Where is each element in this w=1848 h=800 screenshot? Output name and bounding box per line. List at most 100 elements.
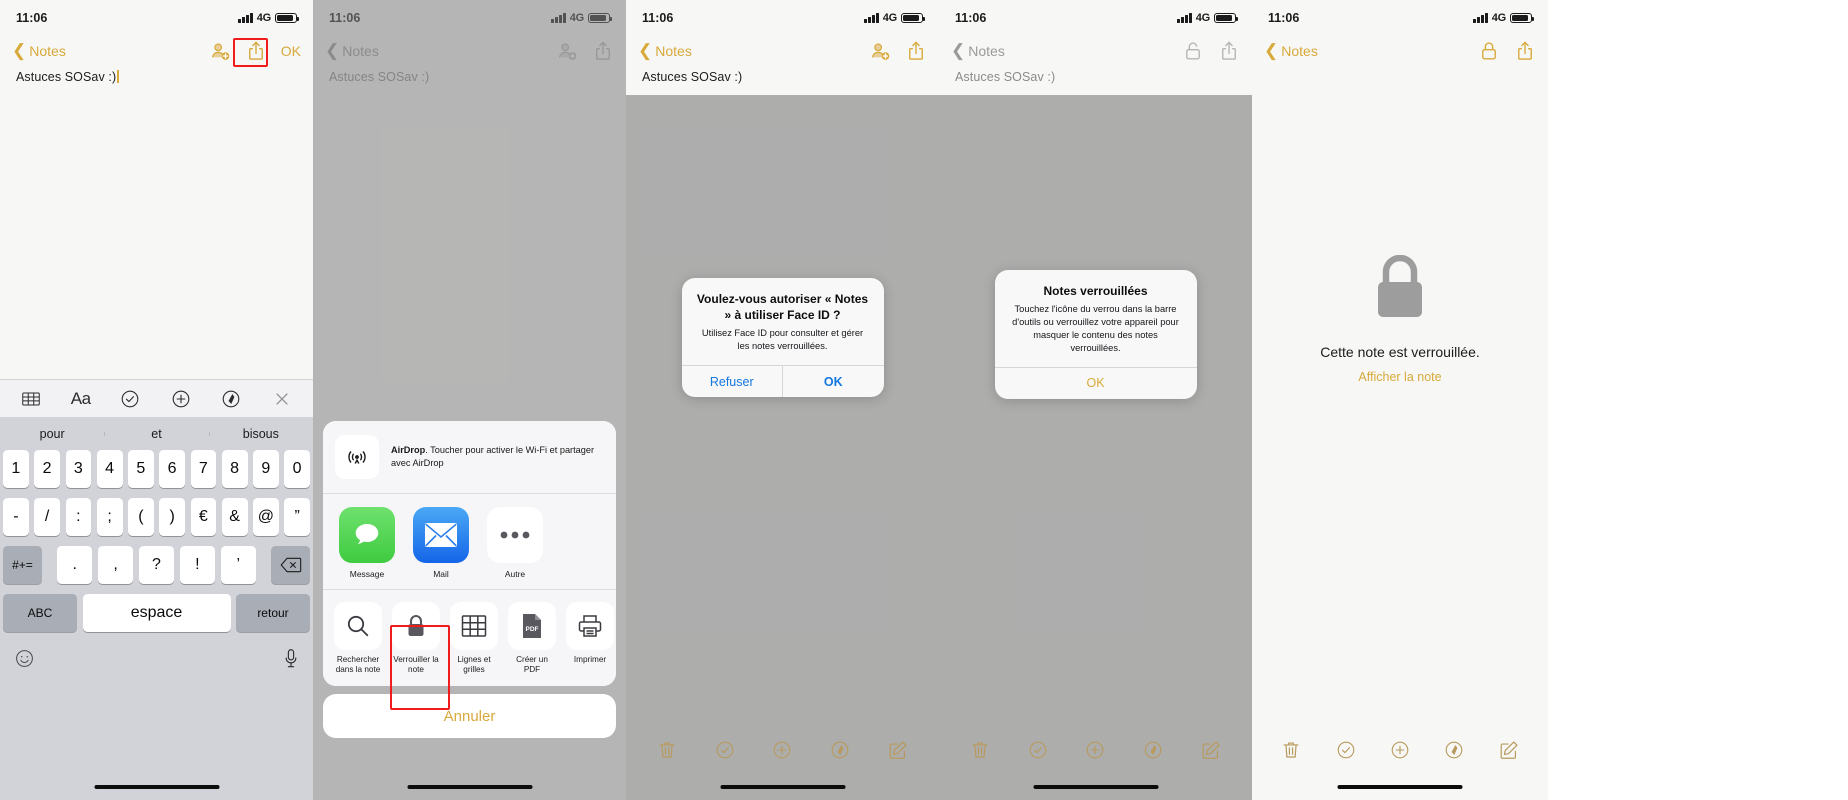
action-print[interactable]: Imprimer — [566, 601, 614, 676]
key-8[interactable]: 8 — [221, 450, 248, 488]
emoji-icon[interactable] — [14, 648, 35, 674]
alert-ok-button[interactable]: OK — [782, 366, 884, 398]
format-aa-icon[interactable]: Aa — [71, 389, 91, 409]
key-space[interactable]: espace — [82, 594, 231, 632]
markup-pen-icon[interactable] — [1142, 739, 1164, 761]
close-x-icon[interactable] — [271, 388, 293, 410]
key-abc[interactable]: ABC — [3, 594, 77, 632]
trash-icon[interactable] — [656, 739, 678, 761]
plus-circle-icon[interactable] — [170, 388, 192, 410]
checklist-icon[interactable] — [714, 739, 736, 761]
key-3[interactable]: 3 — [65, 450, 92, 488]
key-colon[interactable]: : — [65, 498, 92, 536]
backspace-icon[interactable] — [271, 546, 311, 584]
share-icon[interactable] — [1514, 40, 1536, 62]
key-symbol-switch[interactable]: #+= — [2, 546, 42, 584]
key-hyphen[interactable]: - — [3, 498, 29, 536]
lock-open-icon[interactable] — [1182, 40, 1204, 62]
share-icon[interactable] — [905, 40, 927, 62]
bottom-toolbar — [939, 733, 1252, 767]
key-exclamation[interactable]: ! — [179, 546, 216, 584]
back-button[interactable]: ❮ Notes — [1264, 41, 1318, 60]
key-9[interactable]: 9 — [253, 450, 279, 488]
markup-pen-icon[interactable] — [829, 739, 851, 761]
show-note-link[interactable]: Afficher la note — [1252, 370, 1548, 384]
share-sheet: AirDrop. Toucher pour activer le Wi-Fi e… — [323, 420, 616, 738]
key-5[interactable]: 5 — [128, 450, 154, 488]
key-2[interactable]: 2 — [34, 450, 60, 488]
airdrop-row[interactable]: AirDrop. Toucher pour activer le Wi-Fi e… — [323, 420, 616, 493]
back-button[interactable]: ❮ Notes — [951, 42, 1005, 59]
keyboard-bottom-bar — [0, 642, 313, 674]
lock-closed-icon[interactable] — [1478, 40, 1500, 62]
key-slash[interactable]: / — [34, 498, 60, 536]
share-apps-row: Message Mail Autre — [323, 493, 616, 589]
text-caret — [117, 70, 119, 83]
share-app-message[interactable]: Message — [339, 506, 395, 579]
markup-pen-icon[interactable] — [1443, 739, 1465, 761]
key-return[interactable]: retour — [236, 594, 310, 632]
alert-refuse-button[interactable]: Refuser — [682, 366, 783, 397]
key-quote[interactable]: ” — [284, 498, 310, 536]
chevron-left-icon: ❮ — [1264, 41, 1279, 60]
microphone-icon[interactable] — [283, 648, 299, 674]
share-app-other[interactable]: Autre — [487, 506, 543, 579]
key-1[interactable]: 1 — [3, 450, 29, 488]
share-icon[interactable] — [1218, 40, 1240, 62]
add-person-icon[interactable] — [209, 40, 231, 62]
key-euro[interactable]: € — [190, 498, 217, 536]
action-lines-grids[interactable]: Lignes et grilles — [450, 601, 498, 676]
action-create-pdf[interactable]: PDF Créer un PDF — [508, 601, 556, 676]
network-type: 4G — [1195, 12, 1210, 24]
signal-bars-icon — [864, 13, 879, 23]
compose-icon[interactable] — [1498, 739, 1520, 761]
back-button[interactable]: ❮ Notes — [12, 42, 66, 59]
markup-pen-icon[interactable] — [220, 388, 242, 410]
add-person-icon[interactable] — [869, 40, 891, 62]
note-title: Astuces SOSav :) — [16, 70, 119, 84]
key-6[interactable]: 6 — [159, 450, 185, 488]
key-at[interactable]: @ — [253, 498, 279, 536]
alert-message: Utilisez Face ID pour consulter et gérer… — [701, 328, 864, 352]
compose-icon[interactable] — [1200, 739, 1222, 761]
note-title: Astuces SOSav :) — [642, 70, 743, 84]
prediction-2[interactable]: bisous — [208, 427, 313, 441]
plus-circle-icon[interactable] — [1389, 739, 1411, 761]
key-semicolon[interactable]: ; — [96, 498, 123, 536]
status-bar: 11:06 4G — [626, 0, 939, 36]
back-button[interactable]: ❮ Notes — [638, 42, 692, 59]
plus-circle-icon[interactable] — [771, 739, 793, 761]
key-comma[interactable]: , — [97, 546, 134, 584]
home-indicator — [1337, 784, 1463, 789]
compose-icon[interactable] — [887, 739, 909, 761]
back-label: Notes — [655, 43, 692, 59]
trash-icon[interactable] — [1280, 739, 1302, 761]
ok-button[interactable]: OK — [281, 43, 301, 59]
key-paren-close[interactable]: ) — [159, 498, 185, 536]
key-paren-open[interactable]: ( — [128, 498, 154, 536]
format-toolbar: Aa — [0, 379, 313, 417]
checklist-icon[interactable] — [119, 388, 141, 410]
prediction-1[interactable]: et — [104, 427, 208, 441]
key-apostrophe[interactable]: ’ — [220, 546, 257, 584]
keyboard-row-symbols: - / : ; ( ) € & @ ” — [0, 498, 313, 536]
prediction-0[interactable]: pour — [0, 427, 104, 441]
key-ampersand[interactable]: & — [221, 498, 248, 536]
key-4[interactable]: 4 — [96, 450, 123, 488]
alert-ok-button[interactable]: OK — [995, 368, 1197, 399]
plus-circle-icon[interactable] — [1084, 739, 1106, 761]
checklist-icon[interactable] — [1027, 739, 1049, 761]
share-app-mail[interactable]: Mail — [413, 506, 469, 579]
action-search-in-note[interactable]: Rechercher dans la note — [334, 601, 382, 676]
key-period[interactable]: . — [56, 546, 93, 584]
key-7[interactable]: 7 — [190, 450, 217, 488]
messages-app-icon — [339, 506, 395, 563]
table-icon[interactable] — [20, 388, 42, 410]
cancel-button[interactable]: Annuler — [323, 694, 616, 738]
home-indicator — [407, 784, 532, 789]
checklist-icon[interactable] — [1335, 739, 1357, 761]
key-0[interactable]: 0 — [284, 450, 310, 488]
home-indicator — [1033, 784, 1158, 789]
trash-icon[interactable] — [969, 739, 991, 761]
key-question[interactable]: ? — [138, 546, 175, 584]
